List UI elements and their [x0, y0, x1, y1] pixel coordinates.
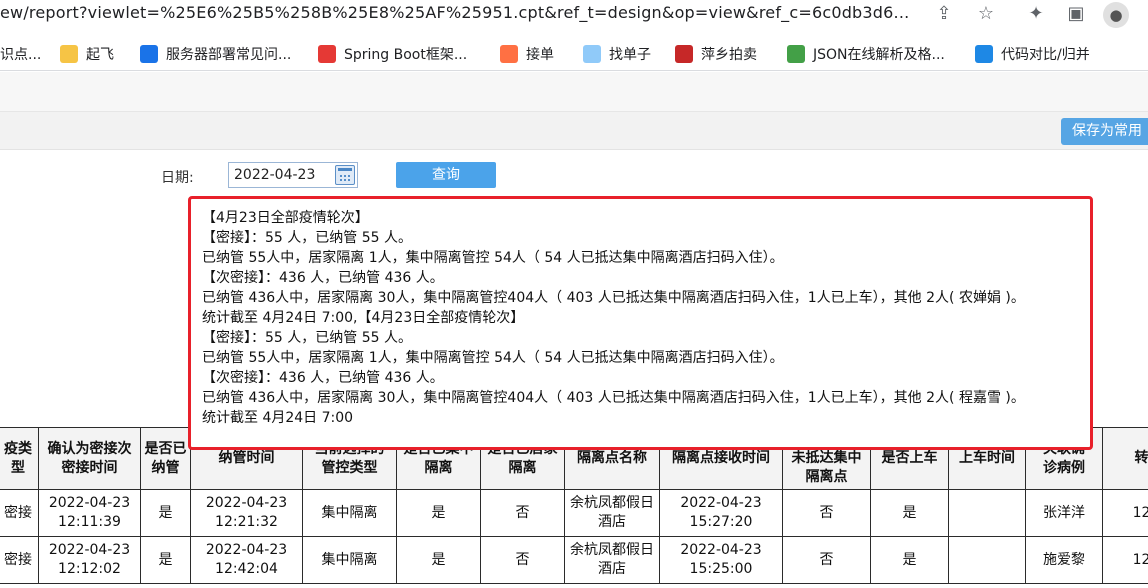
bookmark-label: JSON在线解析及格... — [813, 47, 945, 63]
table-cell: 2022-04-23 12:12:02 — [38, 536, 141, 584]
column-header[interactable]: 疫类型 — [0, 427, 39, 490]
table-cell: 是 — [140, 536, 191, 584]
report-toolbar — [0, 72, 1148, 112]
table-cell: 施爱黎 — [1025, 536, 1103, 584]
compare-icon — [975, 45, 993, 63]
bookmark-label: 找单子 — [609, 47, 651, 63]
column-header[interactable]: 转运效率 — [1102, 427, 1148, 490]
table-cell — [948, 489, 1026, 537]
bookmark-item[interactable]: Spring Boot框架... — [318, 43, 467, 65]
date-label: 日期: — [161, 170, 194, 186]
column-header[interactable]: 是否已 纳管 — [140, 427, 191, 490]
table-cell: 余杭凤都假日 酒店 — [564, 536, 660, 584]
bookmark-label: Spring Boot框架... — [344, 47, 468, 63]
table-cell: 否 — [782, 489, 871, 537]
bookmark-item[interactable]: 起飞 — [60, 43, 114, 65]
popup-line: 已纳管 55人中，居家隔离 1人，集中隔离管控 54人（ 54 人已抵达集中隔离… — [202, 350, 784, 366]
table-cell: 是 — [870, 489, 949, 537]
extensions-icon[interactable]: ✦ — [1025, 3, 1047, 25]
popup-line: 已纳管 436人中，居家隔离 30人，集中隔离管控404人（ 403 人已抵达集… — [202, 290, 1025, 306]
table-cell: 否 — [480, 489, 565, 537]
sidepanel-icon[interactable]: ▣ — [1065, 3, 1087, 25]
bookmark-label: 识点... — [0, 47, 42, 63]
table-cell: 2022-04-23 12:21:32 — [190, 489, 303, 537]
popup-line: 已纳管 55人中，居家隔离 1人，集中隔离管控 54人（ 54 人已抵达集中隔离… — [202, 250, 784, 266]
bookmarks-bar: 识点... 起飞 服务器部署常见问... Spring Boot框架... 接单 找单子 萍… — [0, 37, 1148, 71]
table-cell: 2022-04-23 15:27:20 — [659, 489, 783, 537]
url-text[interactable]: ew/report?viewlet=%25E6%25B5%258B%25E8%2… — [0, 3, 909, 22]
report-table: 疫类型确认为密接次密接时间是否已纳管纳管时间当前选择的管控类型是否已集中隔离是否… — [0, 427, 1148, 584]
bookmark-label: 代码对比/归并 — [1001, 47, 1090, 63]
f-logo-icon — [140, 45, 158, 63]
folder-icon — [60, 45, 78, 63]
table-cell: 2022-04-23 12:42:04 — [190, 536, 303, 584]
auction-icon — [675, 45, 693, 63]
popup-line: 【4月23日全部疫情轮次】 — [202, 210, 369, 226]
table-cell: 否 — [782, 536, 871, 584]
save-as-common-button[interactable]: 保存为常用 — [1061, 118, 1148, 145]
popup-line: 【次密接】：436 人，已纳管 436 人。 — [202, 270, 444, 286]
table-cell: 密接 — [0, 536, 39, 584]
date-value: 2022-04-23 — [234, 167, 316, 183]
table-cell: 集中隔离 — [302, 536, 397, 584]
bookmark-label: 接单 — [526, 47, 554, 63]
bookmark-label: 起飞 — [86, 47, 114, 63]
bookmark-label: 服务器部署常见问... — [166, 47, 292, 63]
table-row[interactable]: 密接 2022-04-23 12:12:02 是 2022-04-23 12:42:04 集… — [0, 536, 1148, 584]
popup-line: 【密接】：55 人，已纳管 55 人。 — [202, 330, 412, 346]
table-cell: 否 — [480, 536, 565, 584]
table-cell: 余杭凤都假日 酒店 — [564, 489, 660, 537]
bookmark-label: 萍乡拍卖 — [701, 47, 757, 63]
column-header[interactable]: 确认为密接次 密接时间 — [38, 427, 141, 490]
date-input[interactable]: 2022-04-23 — [228, 162, 358, 188]
robot-icon — [500, 45, 518, 63]
epidemic-summary-popup: 【4月23日全部疫情轮次】 【密接】：55 人，已纳管 55 人。 已纳管 55人中… — [188, 196, 1093, 450]
popup-line: 【密接】：55 人，已纳管 55 人。 — [202, 230, 412, 246]
address-bar[interactable]: ew/report?viewlet=%25E6%25B5%258B%25E8%2… — [0, 0, 1148, 28]
table-cell: 2022-04-23 15:25:00 — [659, 536, 783, 584]
table-cell: 12小时以 — [1102, 489, 1148, 537]
table-cell: 集中隔离 — [302, 489, 397, 537]
bookmark-item[interactable]: 服务器部署常见问... — [140, 43, 291, 65]
popup-line: 【次密接】：436 人，已纳管 436 人。 — [202, 370, 444, 386]
table-cell: 是 — [396, 536, 481, 584]
popup-line: 已纳管 436人中，居家隔离 30人，集中隔离管控404人（ 403 人已抵达集… — [202, 390, 1025, 406]
bookmark-item[interactable]: 识点... — [0, 43, 41, 65]
table-cell: 是 — [870, 536, 949, 584]
bookmark-item[interactable]: 代码对比/归并 — [975, 43, 1090, 65]
bookmark-item[interactable]: 接单 — [500, 43, 554, 65]
grid-icon — [583, 45, 601, 63]
table-cell: 2022-04-23 12:11:39 — [38, 489, 141, 537]
table-cell: 12小时以 — [1102, 536, 1148, 584]
bookmark-item[interactable]: 找单子 — [583, 43, 651, 65]
browser-window: ew/report?viewlet=%25E6%25B5%258B%25E8%2… — [0, 0, 1148, 588]
table-cell: 张洋洋 — [1025, 489, 1103, 537]
calendar-icon[interactable] — [335, 165, 355, 185]
json-icon — [787, 45, 805, 63]
star-icon[interactable]: ☆ — [975, 3, 997, 25]
table-row[interactable]: 密接 2022-04-23 12:11:39 是 2022-04-23 12:21:32 集… — [0, 489, 1148, 537]
table-cell: 是 — [396, 489, 481, 537]
bookmark-item[interactable]: JSON在线解析及格... — [787, 43, 945, 65]
table-cell: 密接 — [0, 489, 39, 537]
profile-avatar-icon[interactable]: ● — [1103, 2, 1129, 28]
query-button[interactable]: 查询 — [396, 162, 496, 188]
popup-line: 统计截至 4月24日 7:00 — [202, 410, 354, 426]
table-cell — [948, 536, 1026, 584]
c-logo-icon — [318, 45, 336, 63]
share-icon[interactable]: ⇪ — [933, 3, 955, 25]
table-cell: 是 — [140, 489, 191, 537]
report-subtoolbar — [0, 112, 1148, 150]
popup-line: 统计截至 4月24日 7:00,【4月23日全部疫情轮次】 — [202, 310, 525, 326]
bookmark-item[interactable]: 萍乡拍卖 — [675, 43, 757, 65]
